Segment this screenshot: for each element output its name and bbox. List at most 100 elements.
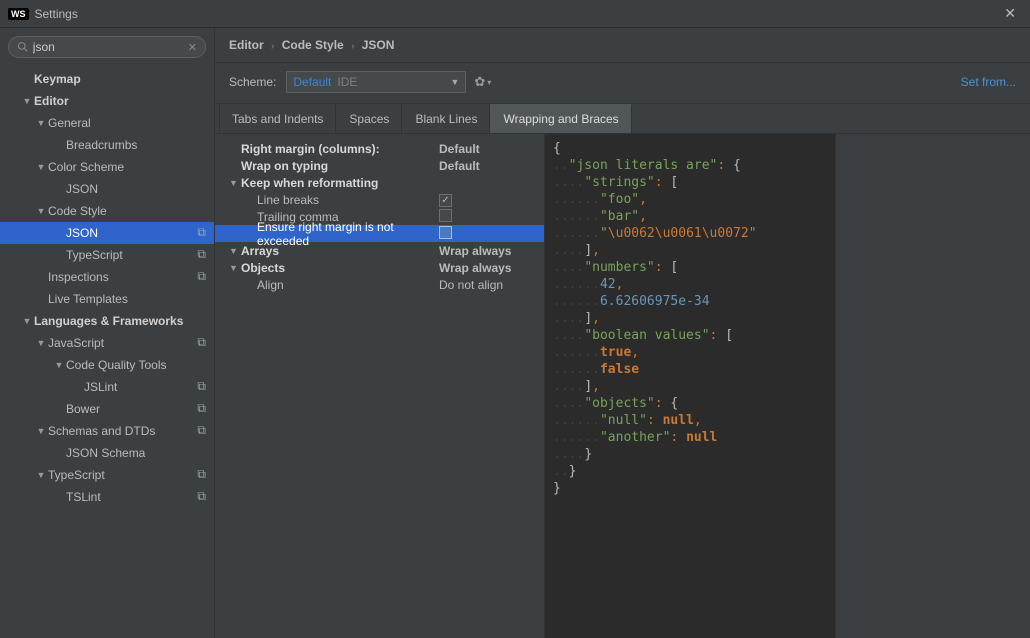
chevron-right-icon: › (271, 41, 274, 52)
tree-item[interactable]: ▼Color Scheme (0, 156, 214, 178)
tree-item-label: Editor (34, 94, 69, 108)
tree-item-label: Keymap (34, 72, 81, 86)
scheme-label: Scheme: (229, 75, 276, 89)
tree-item-label: JSON (66, 182, 98, 196)
tree-item-label: General (48, 116, 91, 130)
caret-icon: ▼ (229, 263, 239, 273)
tree-item-label: JavaScript (48, 336, 104, 350)
tree-item[interactable]: JSLint ⧉ (0, 376, 214, 398)
tree-item[interactable]: Inspections⧉ (0, 266, 214, 288)
tab[interactable]: Tabs and Indents (219, 104, 336, 133)
tree-item-label: Live Templates (48, 292, 128, 306)
option-value[interactable]: Default (439, 159, 534, 173)
chevron-down-icon: ▼ (450, 77, 459, 87)
tree-item[interactable]: ▼Code Style (0, 200, 214, 222)
tree-item[interactable]: JSON (0, 178, 214, 200)
option-name: Right margin (columns): (241, 142, 439, 156)
checkbox[interactable] (439, 226, 452, 239)
option-row[interactable]: ▼Keep when reformatting (215, 174, 544, 191)
option-value[interactable]: Default (439, 142, 534, 156)
tree-item-label: Bower (66, 402, 100, 416)
tab[interactable]: Blank Lines (402, 104, 490, 133)
search-input[interactable] (33, 40, 188, 54)
option-value[interactable]: Wrap always (439, 261, 534, 275)
tree-item[interactable]: Bower ⧉ (0, 398, 214, 420)
tree-item-label: JSLint (84, 380, 117, 394)
tree-item[interactable]: ▼Editor (0, 90, 214, 112)
tree-item[interactable]: ▼Schemas and DTDs⧉ (0, 420, 214, 442)
tree-item[interactable]: ▼Code Quality Tools (0, 354, 214, 376)
caret-icon: ▼ (229, 246, 239, 256)
option-row[interactable]: Ensure right margin is not exceeded (215, 225, 544, 242)
tree-arrow-icon: ▼ (36, 162, 46, 172)
project-scope-icon: ⧉ (197, 401, 206, 416)
settings-tree[interactable]: Keymap▼Editor▼GeneralBreadcrumbs▼Color S… (0, 66, 214, 638)
scheme-select[interactable]: DefaultIDE ▼ (286, 71, 466, 93)
tree-item-label: Breadcrumbs (66, 138, 137, 152)
window-title: Settings (35, 7, 999, 21)
option-row[interactable]: ▼ArraysWrap always (215, 242, 544, 259)
option-name: Objects (241, 261, 439, 275)
tree-item[interactable]: JSON ⧉ (0, 222, 214, 244)
tree-item-label: Code Quality Tools (66, 358, 167, 372)
chevron-right-icon: › (351, 41, 354, 52)
search-box[interactable]: ✕ (8, 36, 206, 58)
option-row[interactable]: AlignDo not align (215, 276, 544, 293)
tree-item[interactable]: ▼Languages & Frameworks (0, 310, 214, 332)
search-icon (17, 41, 29, 53)
tree-item-label: TypeScript (48, 468, 105, 482)
checkbox[interactable] (439, 209, 452, 222)
project-scope-icon: ⧉ (197, 489, 206, 504)
caret-icon: ▼ (229, 178, 239, 188)
tree-item-label: JSON Schema (66, 446, 145, 460)
close-icon[interactable]: ✕ (998, 3, 1022, 24)
tree-item-label: TypeScript (66, 248, 123, 262)
project-scope-icon: ⧉ (197, 225, 206, 240)
options-panel[interactable]: Right margin (columns):DefaultWrap on ty… (215, 134, 545, 638)
option-name: Keep when reformatting (241, 176, 439, 190)
tree-item-label: Languages & Frameworks (34, 314, 183, 328)
tree-arrow-icon: ▼ (22, 96, 32, 106)
tree-arrow-icon: ▼ (36, 338, 46, 348)
project-scope-icon: ⧉ (197, 379, 206, 394)
tab[interactable]: Spaces (336, 104, 402, 133)
tree-item[interactable]: ▼General (0, 112, 214, 134)
option-value[interactable]: Wrap always (439, 244, 534, 258)
tab[interactable]: Wrapping and Braces (490, 104, 631, 133)
tree-item[interactable]: Keymap (0, 68, 214, 90)
project-scope-icon: ⧉ (197, 247, 206, 262)
app-badge: WS (8, 8, 29, 20)
tree-item[interactable]: JSON Schema (0, 442, 214, 464)
tree-item[interactable]: ▼JavaScript⧉ (0, 332, 214, 354)
tree-arrow-icon: ▼ (54, 360, 64, 370)
gear-icon[interactable]: ✿▾ (474, 74, 491, 90)
option-row[interactable]: Right margin (columns):Default (215, 140, 544, 157)
tree-item-label: Color Scheme (48, 160, 124, 174)
tree-item-label: TSLint (66, 490, 101, 504)
option-row[interactable]: Wrap on typingDefault (215, 157, 544, 174)
option-row[interactable]: Line breaks (215, 191, 544, 208)
clear-search-icon[interactable]: ✕ (188, 41, 197, 54)
set-from-link[interactable]: Set from... (961, 75, 1016, 89)
tree-item-label: JSON (66, 226, 98, 240)
tree-item-label: Code Style (48, 204, 107, 218)
tree-item[interactable]: ▼TypeScript⧉ (0, 464, 214, 486)
scheme-row: Scheme: DefaultIDE ▼ ✿▾ Set from... (215, 63, 1030, 104)
option-name: Line breaks (257, 193, 439, 207)
settings-sidebar: ✕ Keymap▼Editor▼GeneralBreadcrumbs▼Color… (0, 28, 215, 638)
option-name: Align (257, 278, 439, 292)
tree-item[interactable]: Live Templates (0, 288, 214, 310)
titlebar: WS Settings ✕ (0, 0, 1030, 28)
tree-item[interactable]: Breadcrumbs (0, 134, 214, 156)
breadcrumb: Editor › Code Style › JSON (215, 28, 1030, 63)
option-name: Wrap on typing (241, 159, 439, 173)
tree-item-label: Inspections (48, 270, 109, 284)
checkbox[interactable] (439, 194, 452, 207)
option-row[interactable]: ▼ObjectsWrap always (215, 259, 544, 276)
tree-item[interactable]: TypeScript ⧉ (0, 244, 214, 266)
tree-item[interactable]: TSLint ⧉ (0, 486, 214, 508)
option-name: Arrays (241, 244, 439, 258)
option-value[interactable]: Do not align (439, 278, 534, 292)
tree-arrow-icon: ▼ (36, 206, 46, 216)
tree-item-label: Schemas and DTDs (48, 424, 155, 438)
